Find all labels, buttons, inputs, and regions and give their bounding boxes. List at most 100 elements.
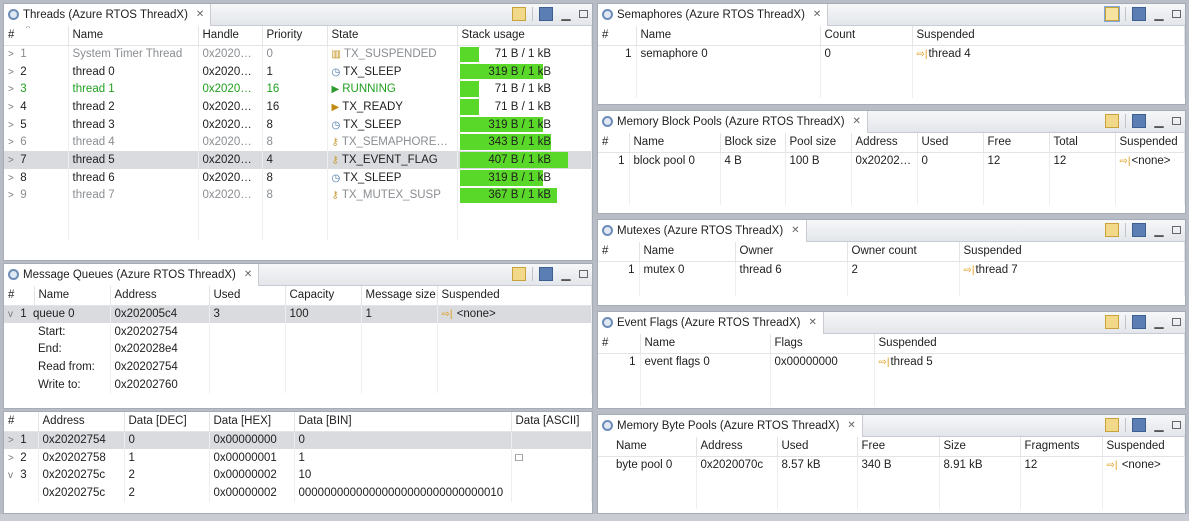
maximize-icon[interactable] xyxy=(579,10,588,18)
column-header-free[interactable]: Free xyxy=(857,437,940,457)
minimize-icon[interactable]: ▁ xyxy=(1152,114,1166,128)
minimize-icon[interactable]: ▁ xyxy=(559,267,573,281)
column-header-name[interactable]: Name xyxy=(639,242,736,262)
column-header-pool-size[interactable]: Pool size xyxy=(785,133,852,153)
column-header-message-size[interactable]: Message size xyxy=(361,286,438,306)
column-header-num[interactable]: # xyxy=(598,26,637,46)
column-header-suspended[interactable]: Suspended xyxy=(959,242,1185,262)
chevron-down-icon[interactable]: v xyxy=(8,309,17,320)
minimize-icon[interactable]: ▁ xyxy=(1152,418,1166,432)
columns-icon[interactable] xyxy=(512,7,526,21)
column-header-data-bin[interactable]: Data [BIN] xyxy=(294,412,512,432)
column-header-num[interactable]: # xyxy=(4,286,35,306)
column-header-owner[interactable]: Owner xyxy=(735,242,848,262)
thread-row[interactable]: > 1 System Timer Thread 0x20202c5c 0 ▥ TX_SUS… xyxy=(4,45,592,63)
memory-row[interactable]: 0x2020275c 2 0x00000002 0000000000000000000… xyxy=(4,484,592,502)
column-header-data-ascii[interactable]: Data [ASCII] xyxy=(511,412,592,432)
maximize-icon[interactable] xyxy=(1172,421,1181,429)
columns-icon[interactable] xyxy=(1105,315,1119,329)
close-icon[interactable]: ✕ xyxy=(791,225,799,236)
threads-tab[interactable]: Threads (Azure RTOS ThreadX) ✕ xyxy=(4,4,212,26)
eventflags-row[interactable]: 1 event flags 0 0x00000000 ⇨|thread 5 xyxy=(598,353,1185,371)
blockpools-tab[interactable]: Memory Block Pools (Azure RTOS ThreadX) … xyxy=(598,111,868,133)
chevron-right-icon[interactable]: > xyxy=(8,49,17,60)
close-icon[interactable]: ✕ xyxy=(244,269,252,280)
column-header-flags[interactable]: Flags xyxy=(770,334,875,354)
columns-icon[interactable] xyxy=(1104,6,1120,22)
columns-icon[interactable] xyxy=(1105,418,1119,432)
column-header-name[interactable]: Name xyxy=(629,133,721,153)
column-header-used[interactable]: Used xyxy=(209,286,286,306)
column-header-suspended[interactable]: Suspended xyxy=(437,286,592,306)
thread-row[interactable]: > 6 thread 4 0x202002f4 8 ⚷ TX_SEMAPHORE_SU..… xyxy=(4,133,592,152)
column-header-num[interactable]: # xyxy=(598,242,640,262)
column-header-name[interactable]: Name xyxy=(636,26,821,46)
minimize-icon[interactable]: ▁ xyxy=(1152,315,1166,329)
column-header-total[interactable]: Total xyxy=(1049,133,1116,153)
minimize-icon[interactable]: ▁ xyxy=(559,7,573,21)
column-header-data-hex[interactable]: Data [HEX] xyxy=(209,412,295,432)
save-icon[interactable] xyxy=(1132,418,1146,432)
column-header-address[interactable]: Address xyxy=(696,437,778,457)
column-header-num[interactable]: # xyxy=(598,334,641,354)
column-header-suspended[interactable]: Suspended xyxy=(874,334,1185,354)
memory-row[interactable]: v 3 0x2020275c 2 0x00000002 10 xyxy=(4,466,592,485)
chevron-right-icon[interactable]: > xyxy=(8,84,17,95)
column-header-suspended[interactable]: Suspended xyxy=(1102,437,1185,457)
save-icon[interactable] xyxy=(539,7,553,21)
column-header-num[interactable]: # ^ xyxy=(4,26,69,46)
save-icon[interactable] xyxy=(539,267,553,281)
thread-row[interactable]: > 4thread 20x2020001...16▶TX_READY71 B /… xyxy=(4,98,592,116)
column-header-suspended[interactable]: Suspended xyxy=(912,26,1185,46)
memory-row[interactable]: > 1 0x20202754 0 0x00000000 0 xyxy=(4,431,592,449)
column-header-block-size[interactable]: Block size xyxy=(720,133,786,153)
column-header-name[interactable]: Name xyxy=(34,286,111,306)
chevron-right-icon[interactable]: > xyxy=(8,190,17,201)
column-header-address[interactable]: Address xyxy=(38,412,125,432)
chevron-right-icon[interactable]: > xyxy=(8,102,17,113)
column-header-priority[interactable]: Priority xyxy=(262,26,328,46)
save-icon[interactable] xyxy=(1132,7,1146,21)
column-header-suspended[interactable]: Suspended xyxy=(1115,133,1185,153)
thread-row[interactable]: > 7thread 50x2020003...4⚷TX_EVENT_FLAG40… xyxy=(4,151,592,169)
column-header-capacity[interactable]: Capacity xyxy=(285,286,362,306)
queue-row[interactable]: v 1 queue 0 0x202005c4 3 100 1 ⇨| <none> xyxy=(4,305,592,323)
column-header-name[interactable]: Name xyxy=(598,437,697,457)
thread-row[interactable]: > 2 thread 0 0x202000... 1 ◷ TX_SLEEP 319 B / … xyxy=(4,62,592,81)
column-header-free[interactable]: Free xyxy=(983,133,1050,153)
maximize-icon[interactable] xyxy=(1172,226,1181,234)
minimize-icon[interactable]: ▁ xyxy=(1152,7,1166,21)
chevron-right-icon[interactable]: > xyxy=(8,435,17,446)
close-icon[interactable]: ✕ xyxy=(196,9,204,20)
column-header-fragments[interactable]: Fragments xyxy=(1020,437,1103,457)
chevron-right-icon[interactable]: > xyxy=(8,173,17,184)
minimize-icon[interactable]: ▁ xyxy=(1152,223,1166,237)
chevron-down-icon[interactable]: v xyxy=(8,470,17,481)
column-header-state[interactable]: State xyxy=(327,26,458,46)
maximize-icon[interactable] xyxy=(579,270,588,278)
eventflags-tab[interactable]: Event Flags (Azure RTOS ThreadX) ✕ xyxy=(598,312,824,334)
column-header-size[interactable]: Size xyxy=(939,437,1021,457)
column-header-handle[interactable]: Handle xyxy=(198,26,263,46)
column-header-count[interactable]: Count xyxy=(820,26,913,46)
maximize-icon[interactable] xyxy=(1172,10,1181,18)
column-header-stack-usage[interactable]: Stack usage xyxy=(457,26,592,46)
close-icon[interactable]: ✕ xyxy=(847,420,855,431)
column-header-num[interactable]: # xyxy=(4,412,39,432)
maximize-icon[interactable] xyxy=(1172,117,1181,125)
column-header-address[interactable]: Address xyxy=(851,133,918,153)
thread-row[interactable]: > 5thread 30x2020002...8◷TX_SLEEP319 B /… xyxy=(4,115,592,134)
queues-tab[interactable]: Message Queues (Azure RTOS ThreadX) ✕ xyxy=(4,264,260,286)
columns-icon[interactable] xyxy=(512,267,526,281)
column-header-used[interactable]: Used xyxy=(917,133,984,153)
semaphore-row[interactable]: 1 semaphore 0 0 ⇨|thread 4 xyxy=(598,45,1185,63)
save-icon[interactable] xyxy=(1132,223,1146,237)
chevron-right-icon[interactable]: > xyxy=(8,137,17,148)
memory-row[interactable]: > 2 0x20202758 1 0x00000001 1 □ xyxy=(4,448,592,467)
save-icon[interactable] xyxy=(1132,114,1146,128)
close-icon[interactable]: ✕ xyxy=(813,9,821,20)
maximize-icon[interactable] xyxy=(1172,318,1181,326)
chevron-right-icon[interactable]: > xyxy=(8,120,17,131)
bytepool-row[interactable]: byte pool 0 0x2020070c 8.57 kB 340 B 8.9… xyxy=(598,456,1185,474)
columns-icon[interactable] xyxy=(1105,223,1119,237)
